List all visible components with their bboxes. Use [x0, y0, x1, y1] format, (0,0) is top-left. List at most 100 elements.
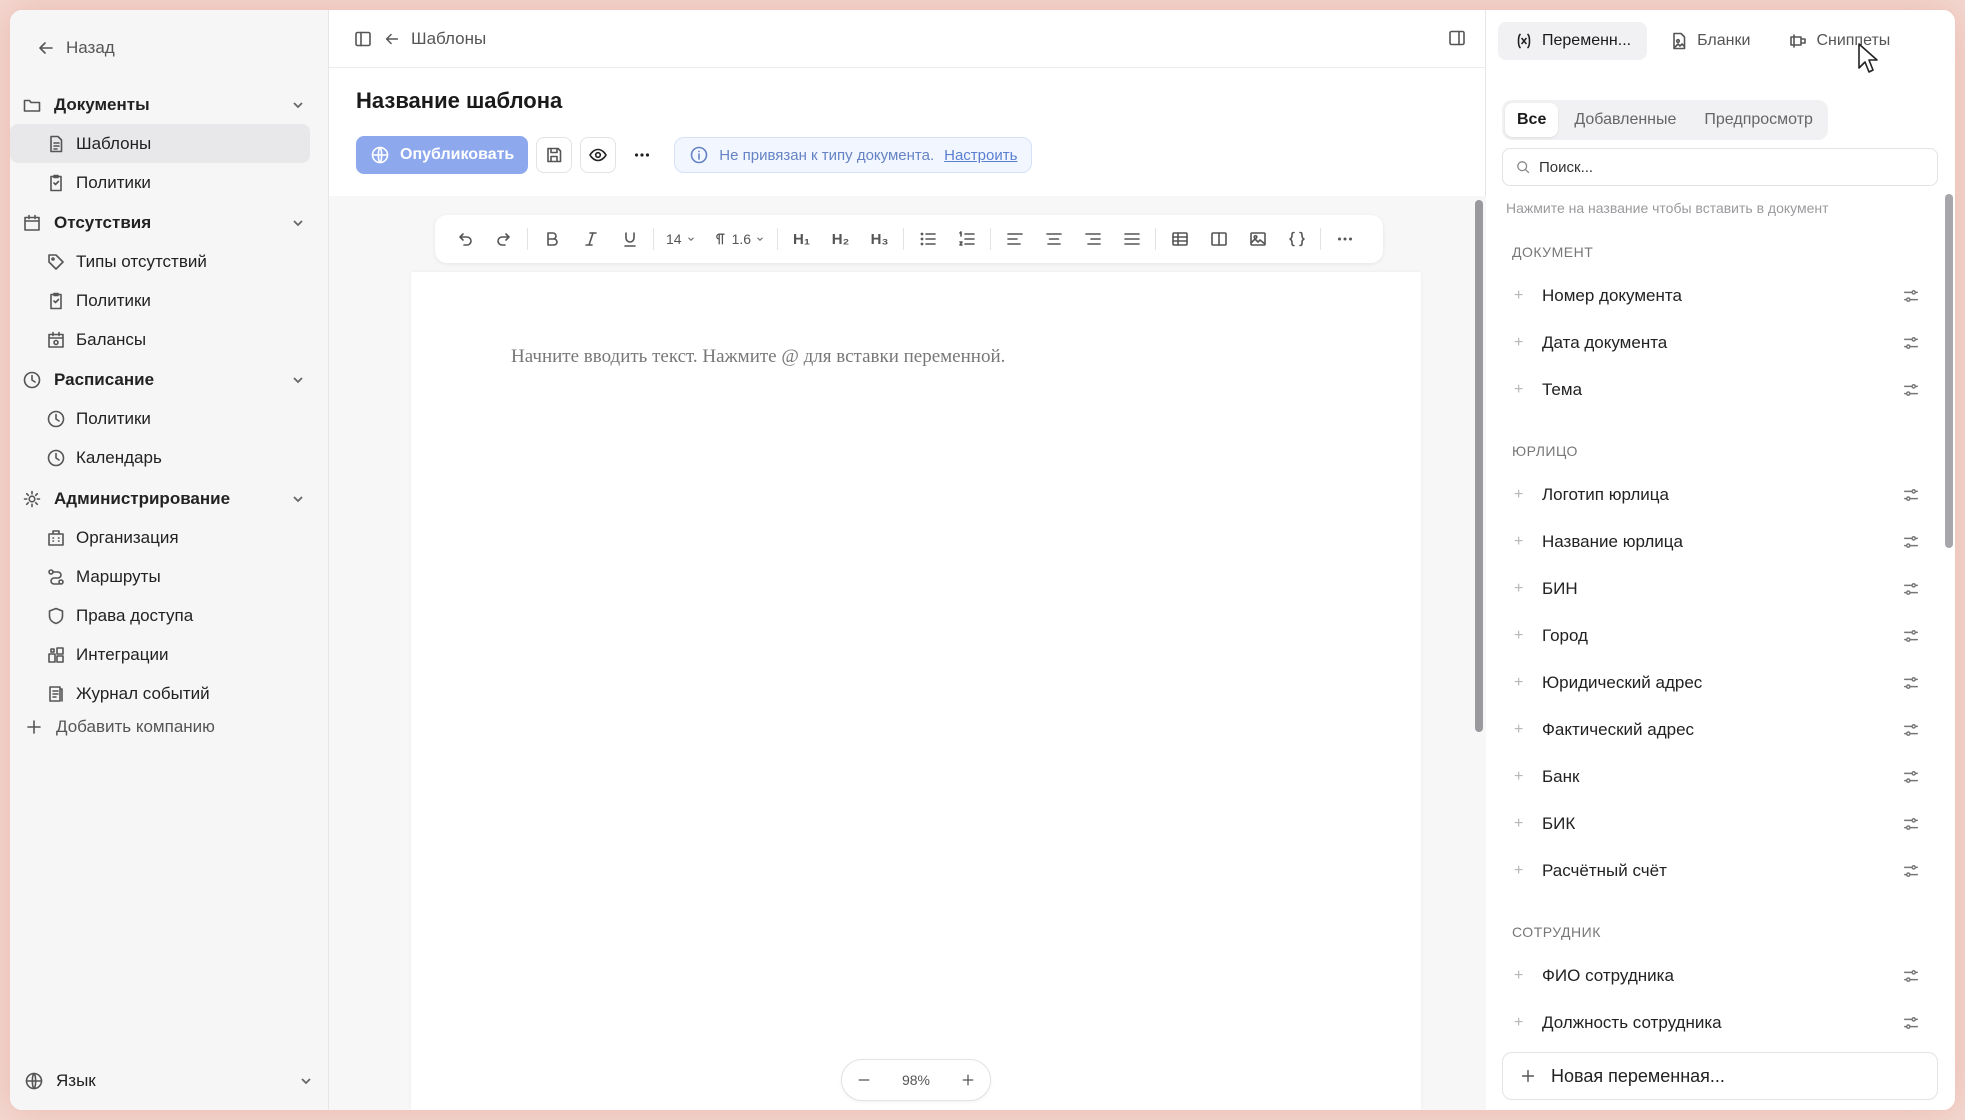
- sidebar-item-calendar[interactable]: Календарь: [10, 438, 318, 477]
- tab-snippets[interactable]: Сниппеты: [1772, 22, 1906, 60]
- right-panel-toggle[interactable]: [1447, 28, 1467, 48]
- template-title[interactable]: Название шаблона: [356, 88, 562, 114]
- subtab-added[interactable]: Добавленные: [1562, 103, 1688, 137]
- sidebar-item-policies[interactable]: Политики: [10, 163, 318, 202]
- settings-sliders-icon[interactable]: [1902, 967, 1920, 985]
- nav-group-header-schedule[interactable]: Расписание: [10, 360, 328, 399]
- settings-sliders-icon[interactable]: [1902, 287, 1920, 305]
- document-page[interactable]: Начните вводить текст. Нажмите @ для вст…: [411, 272, 1421, 1110]
- bold-button[interactable]: [532, 221, 571, 257]
- zoom-in-button[interactable]: [960, 1072, 976, 1088]
- settings-sliders-icon[interactable]: [1902, 334, 1920, 352]
- sidebar-item-absence-types[interactable]: Типы отсутствий: [10, 242, 318, 281]
- subtab-preview[interactable]: Предпросмотр: [1692, 103, 1825, 137]
- clock-icon: [23, 371, 41, 388]
- configure-link[interactable]: Настроить: [944, 147, 1017, 164]
- variable-item[interactable]: + ФИО сотрудника: [1502, 952, 1932, 999]
- variable-item[interactable]: + Расчётный счёт: [1502, 847, 1932, 894]
- zoom-out-button[interactable]: [856, 1072, 872, 1088]
- nav-group-header-documents[interactable]: Документы: [10, 85, 328, 124]
- tab-variables[interactable]: Переменн...: [1498, 22, 1648, 60]
- image-button[interactable]: [1238, 221, 1277, 257]
- sidebar-item-label: Политики: [76, 172, 151, 192]
- columns-button[interactable]: [1199, 221, 1238, 257]
- align-right-button[interactable]: [1073, 221, 1112, 257]
- settings-sliders-icon[interactable]: [1902, 486, 1920, 504]
- globe-icon: [371, 146, 389, 164]
- settings-sliders-icon[interactable]: [1902, 580, 1920, 598]
- arrow-left-icon[interactable]: [383, 30, 401, 48]
- variable-item[interactable]: + Банк: [1502, 753, 1932, 800]
- nav-group-header-absences[interactable]: Отсутствия: [10, 203, 328, 242]
- variable-item[interactable]: + Город: [1502, 612, 1932, 659]
- align-left-button[interactable]: [995, 221, 1034, 257]
- bullet-list-button[interactable]: [908, 221, 947, 257]
- align-center-button[interactable]: [1034, 221, 1073, 257]
- align-justify-button[interactable]: [1112, 221, 1151, 257]
- sidebar-item-balances[interactable]: Балансы: [10, 320, 318, 359]
- italic-button[interactable]: [571, 221, 610, 257]
- back-button[interactable]: Назад: [24, 28, 127, 68]
- variable-item[interactable]: + БИН: [1502, 565, 1932, 612]
- heading-2-button[interactable]: H₂: [821, 221, 860, 257]
- preview-button[interactable]: [580, 137, 617, 173]
- table-button[interactable]: [1160, 221, 1199, 257]
- variable-label: Город: [1542, 625, 1588, 645]
- settings-sliders-icon[interactable]: [1902, 721, 1920, 739]
- font-size-select[interactable]: 14: [658, 221, 704, 257]
- add-company-button[interactable]: Добавить компанию: [22, 708, 215, 746]
- variable-item[interactable]: + Дата документа: [1502, 319, 1932, 366]
- code-braces-button[interactable]: [1277, 221, 1316, 257]
- settings-sliders-icon[interactable]: [1902, 768, 1920, 786]
- heading-1-button[interactable]: H₁: [782, 221, 821, 257]
- settings-sliders-icon[interactable]: [1902, 533, 1920, 551]
- variable-item[interactable]: + Юридический адрес: [1502, 659, 1932, 706]
- save-button[interactable]: [536, 137, 573, 173]
- sidebar-item-access-rights[interactable]: Права доступа: [10, 596, 318, 635]
- nav-group-header-administration[interactable]: Администрирование: [10, 479, 328, 518]
- breadcrumb-templates[interactable]: Шаблоны: [411, 29, 486, 49]
- numbered-list-button[interactable]: [947, 221, 986, 257]
- eye-icon: [589, 148, 608, 162]
- sidebar-item-organization[interactable]: Организация: [10, 518, 318, 557]
- sidebar-item-routes[interactable]: Маршруты: [10, 557, 318, 596]
- underline-button[interactable]: [610, 221, 649, 257]
- sidebar-item-absence-policies[interactable]: Политики: [10, 281, 318, 320]
- settings-sliders-icon[interactable]: [1902, 627, 1920, 645]
- line-height-select[interactable]: 1.6: [704, 221, 773, 257]
- plus-icon: +: [1514, 720, 1524, 738]
- settings-sliders-icon[interactable]: [1902, 1014, 1920, 1032]
- settings-sliders-icon[interactable]: [1902, 381, 1920, 399]
- redo-button[interactable]: [484, 221, 523, 257]
- variable-item[interactable]: + Тема: [1502, 366, 1932, 413]
- plus-icon: +: [1514, 380, 1524, 398]
- editor-scrollbar[interactable]: [1475, 200, 1483, 732]
- variable-item[interactable]: + Должность сотрудника: [1502, 999, 1932, 1040]
- new-variable-button[interactable]: Новая переменная...: [1502, 1052, 1938, 1100]
- variable-list-scrollbar[interactable]: [1945, 194, 1953, 548]
- sidebar-item-schedule-policies[interactable]: Политики: [10, 399, 318, 438]
- table-icon: [1171, 232, 1188, 246]
- language-selector[interactable]: Язык: [24, 1062, 314, 1100]
- undo-button[interactable]: [445, 221, 484, 257]
- variable-item[interactable]: + Фактический адрес: [1502, 706, 1932, 753]
- variable-item[interactable]: + Номер документа: [1502, 272, 1932, 319]
- sidebar-item-templates[interactable]: Шаблоны: [10, 124, 310, 163]
- settings-sliders-icon[interactable]: [1902, 674, 1920, 692]
- variable-search-input[interactable]: Поиск...: [1502, 148, 1938, 186]
- publish-button[interactable]: Опубликовать: [356, 136, 529, 174]
- toolbar-more-button[interactable]: [1325, 221, 1364, 257]
- sidebar-item-integrations[interactable]: Интеграции: [10, 635, 318, 674]
- chevron-down-icon: [301, 1078, 311, 1085]
- subtab-all[interactable]: Все: [1505, 103, 1559, 137]
- variable-item[interactable]: + Название юрлица: [1502, 518, 1932, 565]
- variable-item[interactable]: + БИК: [1502, 800, 1932, 847]
- sidebar-toggle-icon[interactable]: [353, 29, 373, 49]
- settings-sliders-icon[interactable]: [1902, 862, 1920, 880]
- tab-blanks[interactable]: Бланки: [1653, 22, 1766, 60]
- variable-label: Юридический адрес: [1542, 672, 1703, 692]
- settings-sliders-icon[interactable]: [1902, 815, 1920, 833]
- variable-item[interactable]: + Логотип юрлица: [1502, 471, 1932, 518]
- more-actions-button[interactable]: [624, 137, 660, 173]
- heading-3-button[interactable]: H₃: [860, 221, 899, 257]
